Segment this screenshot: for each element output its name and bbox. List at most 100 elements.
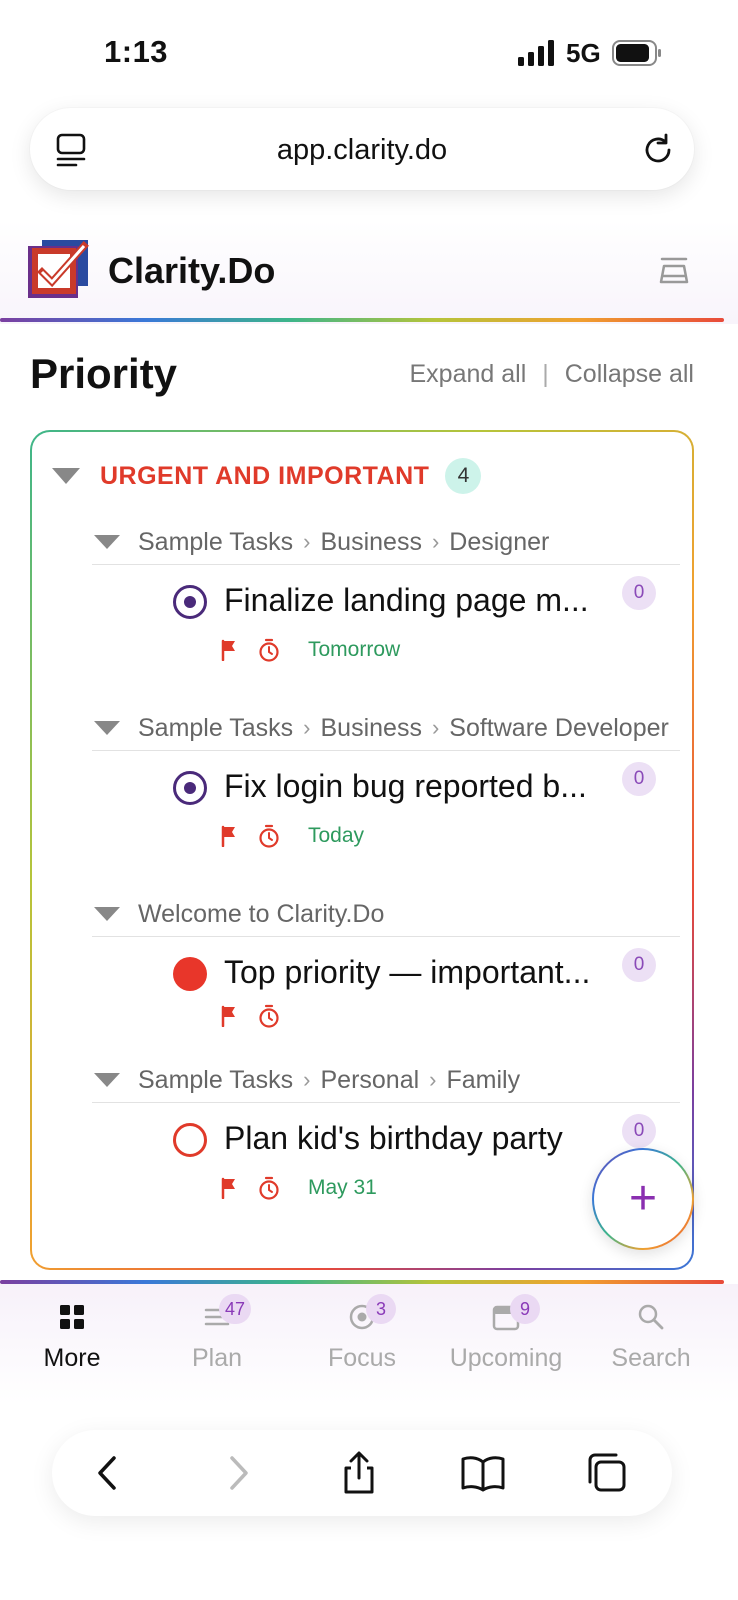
nav-item-search[interactable]: Search — [579, 1302, 723, 1373]
nav-label: Plan — [191, 1344, 243, 1372]
chevron-right-icon: › — [431, 529, 440, 554]
controls-separator: | — [542, 360, 549, 388]
breadcrumb[interactable]: Sample Tasks › Business › Designer — [94, 520, 549, 564]
task-title[interactable]: Plan kid's birthday party — [224, 1120, 612, 1157]
chevron-right-icon: › — [431, 715, 440, 740]
chevron-right-icon: › — [303, 529, 311, 554]
collapse-triangle-icon[interactable] — [94, 1073, 120, 1087]
share-icon[interactable] — [336, 1450, 382, 1496]
group-label: URGENT AND IMPORTANT — [100, 461, 430, 490]
reload-icon[interactable] — [640, 132, 676, 168]
divider — [92, 564, 680, 565]
subtask-count-badge: 0 — [622, 762, 656, 796]
collapse-triangle-icon[interactable] — [94, 721, 120, 735]
status-time: 1:13 — [104, 34, 169, 69]
flag-icon — [221, 639, 235, 661]
page-title: Priority — [30, 350, 178, 397]
task-meta: Today — [220, 824, 364, 848]
upcoming-count-badge: 9 — [510, 1294, 540, 1324]
battery-icon — [612, 40, 661, 66]
breadcrumb-item: Business — [320, 527, 422, 556]
plan-count-badge: 47 — [219, 1294, 252, 1324]
timer-icon — [259, 1176, 279, 1200]
forward-arrow-icon[interactable] — [214, 1450, 260, 1496]
nav-label: Focus — [327, 1344, 397, 1372]
open-status-icon[interactable] — [172, 1122, 208, 1158]
task-meta: May 31 — [220, 1176, 377, 1200]
header-divider — [0, 318, 724, 322]
divider — [92, 1102, 680, 1103]
task-title[interactable]: Fix login bug reported b... — [224, 768, 612, 805]
app-title: Clarity.Do — [108, 250, 276, 291]
nav-label: Upcoming — [449, 1344, 563, 1372]
layout-toggle-icon[interactable] — [658, 256, 690, 286]
nav-item-plan[interactable]: Plan 47 — [145, 1294, 289, 1373]
flag-icon — [221, 1177, 235, 1199]
breadcrumb[interactable]: Sample Tasks › Business › Software Devel… — [94, 706, 669, 750]
chevron-right-icon: › — [303, 1067, 311, 1092]
breadcrumb-item: Business — [320, 713, 422, 742]
expand-all-button[interactable]: Expand all — [410, 360, 527, 389]
task-title[interactable]: Finalize landing page m... — [224, 582, 612, 619]
task-meta: Tomorrow — [220, 638, 400, 662]
signal-icon — [518, 40, 554, 66]
task-meta — [220, 1004, 280, 1028]
breadcrumb[interactable]: Welcome to Clarity.Do — [94, 892, 384, 936]
breadcrumb-item: Designer — [449, 527, 550, 556]
top-priority-status-icon[interactable] — [172, 956, 208, 992]
subtask-count-badge: 0 — [622, 948, 656, 982]
back-arrow-icon[interactable] — [86, 1450, 132, 1496]
breadcrumb-item: Family — [446, 1065, 521, 1094]
plus-icon: + — [628, 1172, 658, 1225]
browser-toolbar — [52, 1430, 672, 1516]
bottom-nav: More Plan 47 Focus 3 Upcoming 9 Search — [0, 1284, 738, 1404]
nav-label: More — [43, 1344, 101, 1372]
network-type: 5G — [566, 38, 601, 68]
collapse-triangle-icon[interactable] — [94, 535, 120, 549]
search-icon — [638, 1304, 664, 1330]
priority-group-card: URGENT AND IMPORTANT 4 Sample Tasks › Bu… — [30, 430, 694, 1270]
tabs-icon[interactable] — [584, 1450, 630, 1496]
flag-icon — [221, 1005, 235, 1027]
nav-item-upcoming[interactable]: Upcoming 9 — [434, 1294, 578, 1373]
subtask-count-badge: 0 — [622, 1114, 656, 1148]
task-title[interactable]: Top priority — important... — [224, 954, 612, 991]
group-count-badge: 4 — [445, 458, 482, 494]
collapse-triangle-icon[interactable] — [94, 907, 120, 921]
url-bar[interactable]: app.clarity.do — [30, 108, 694, 190]
focus-count-badge: 3 — [366, 1294, 396, 1324]
nav-label: Search — [611, 1344, 691, 1372]
breadcrumb-item: Sample Tasks — [138, 713, 294, 742]
timer-icon — [259, 638, 279, 662]
timer-icon — [259, 824, 279, 848]
breadcrumb-item: Welcome to Clarity.Do — [138, 899, 385, 928]
breadcrumb[interactable]: Sample Tasks › Personal › Family — [94, 1058, 520, 1102]
expand-controls: Expand all | Collapse all — [410, 360, 695, 389]
bookmarks-icon[interactable] — [460, 1450, 506, 1496]
flag-icon — [221, 825, 235, 847]
breadcrumb-item: Sample Tasks — [138, 1065, 294, 1094]
divider — [92, 750, 680, 751]
url-text[interactable]: app.clarity.do — [30, 134, 694, 167]
due-date: Today — [308, 824, 365, 847]
add-task-button[interactable]: + — [592, 1148, 694, 1250]
divider — [92, 936, 680, 937]
in-progress-status-icon[interactable] — [172, 584, 208, 620]
breadcrumb-item: Personal — [320, 1065, 420, 1094]
due-date: Tomorrow — [308, 638, 401, 661]
collapse-triangle-icon[interactable] — [52, 468, 80, 484]
timer-icon — [259, 1004, 279, 1028]
chevron-right-icon: › — [429, 1067, 437, 1092]
due-date: May 31 — [308, 1176, 377, 1199]
group-header[interactable]: URGENT AND IMPORTANT 4 — [52, 458, 482, 494]
grid-icon — [60, 1305, 84, 1329]
in-progress-status-icon[interactable] — [172, 770, 208, 806]
nav-item-focus[interactable]: Focus 3 — [290, 1294, 434, 1373]
clarity-logo-icon[interactable] — [28, 240, 90, 302]
breadcrumb-item: Software Developer — [449, 713, 669, 742]
app-header: Clarity.Do — [0, 220, 738, 324]
subtask-count-badge: 0 — [622, 576, 656, 610]
nav-item-more[interactable]: More — [0, 1302, 144, 1373]
status-bar: 1:13 5G — [0, 0, 738, 100]
collapse-all-button[interactable]: Collapse all — [565, 360, 694, 389]
